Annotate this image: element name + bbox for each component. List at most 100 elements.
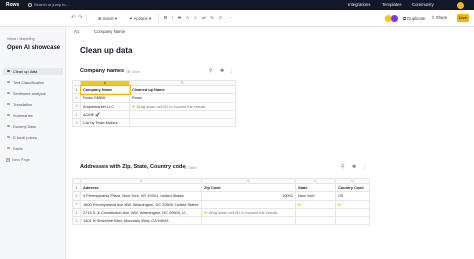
table-cell[interactable]: 10001 — [201, 191, 296, 201]
table-cell[interactable]: Rows GMBH — [80, 93, 130, 103]
table-cell[interactable]: Zip Code — [201, 182, 296, 193]
decimal-icon[interactable]: .0 — [218, 15, 222, 21]
row-number[interactable]: 1 — [72, 84, 81, 95]
strikethrough-icon[interactable]: S — [178, 15, 181, 21]
page-icon — [7, 69, 10, 73]
app-logo[interactable]: Rows — [6, 2, 19, 8]
page-icon — [7, 102, 10, 106]
breadcrumb[interactable]: Views / Marketing — [7, 37, 35, 41]
page-icon — [7, 124, 10, 128]
table-cell[interactable]: New York — [295, 191, 336, 201]
table-cell[interactable] — [295, 216, 336, 226]
page-heading: Clean up data — [80, 46, 133, 55]
ai-icon[interactable]: ✺ — [220, 68, 224, 74]
table-cell[interactable] — [201, 216, 296, 226]
page-icon — [7, 146, 10, 150]
page-icon — [7, 91, 10, 95]
table-cell[interactable]: Cleaned up Name — [129, 84, 236, 95]
table-cell[interactable] — [201, 199, 296, 209]
text-color-icon[interactable]: A — [186, 15, 189, 21]
filter-icon[interactable]: ⚲ — [341, 164, 345, 170]
row-number[interactable]: 1 — [72, 182, 81, 193]
sidebar-item-text-classification[interactable]: Text Classification — [3, 79, 63, 86]
align-icon[interactable]: ≡ — [194, 15, 197, 21]
user-avatar[interactable] — [457, 1, 464, 9]
table-cell[interactable] — [129, 109, 236, 120]
new-page-button[interactable]: + New Page — [6, 157, 30, 162]
sidebar-item-summaries[interactable]: Summaries — [3, 112, 63, 119]
company-names-table: A B 1 Company Name Cleaned up Name 2 Row… — [72, 80, 236, 128]
table-cell[interactable]: Address — [80, 182, 202, 193]
cell-reference[interactable]: A1 — [74, 29, 79, 34]
table-cell[interactable]: State — [295, 182, 336, 193]
search-icon — [28, 3, 32, 7]
table-cell[interactable] — [295, 207, 336, 218]
row-number[interactable]: 3 — [72, 199, 81, 209]
divider — [158, 14, 159, 23]
table-cell[interactable]: 4 Pennsylvania Plaza, New York, NY 10001… — [80, 191, 202, 201]
ai-icon[interactable]: ✺ — [352, 164, 356, 170]
table-cell[interactable] — [335, 216, 370, 226]
table-cell[interactable]: ☛ Drag down cell B2 to expand the result… — [201, 207, 296, 218]
table-cell[interactable]: US — [335, 191, 370, 201]
italic-icon[interactable]: I — [172, 15, 173, 21]
collaborator-avatar[interactable] — [391, 14, 398, 22]
sidebar-item-e-book-prices[interactable]: E-book prices — [3, 134, 63, 141]
table-cell[interactable]: Car by Tesla Motors — [80, 118, 130, 128]
table-cell[interactable]: 1600 Pennsylvania Ave NW, Washington, DC… — [80, 199, 202, 209]
formula-input[interactable]: Company Name — [94, 29, 125, 34]
table-cell[interactable]: Amplemarket LLC — [80, 101, 130, 111]
addresses-table: A B C D 1 Address Zip Code State Country… — [72, 178, 370, 226]
sidebar-item-sentiment-analysis[interactable]: Sentiment analysis — [3, 90, 63, 97]
table-cell[interactable]: Rows — [129, 93, 236, 103]
sidebar-item-facts[interactable]: Facts — [3, 145, 63, 152]
undo-icon[interactable]: ↶ — [71, 15, 76, 21]
wrap-icon[interactable]: ⇌ — [202, 15, 206, 21]
duplicate-button[interactable]: ⧉ Duplicate — [403, 16, 425, 21]
table-cell[interactable]: 1401 N Shoreline Blvd, Mountain View, CA… — [80, 216, 202, 226]
row-number[interactable]: 3 — [72, 101, 81, 111]
more-icon[interactable]: ⋮ — [229, 68, 234, 74]
sidebar-item-translation[interactable]: Translation — [3, 101, 63, 108]
table-cell[interactable]: ☛ — [335, 199, 370, 209]
page-icon — [7, 80, 10, 84]
more-icon[interactable]: ⋯ — [228, 15, 233, 21]
redo-icon[interactable]: ↷ — [78, 15, 83, 21]
nav-community[interactable]: Community — [412, 2, 434, 7]
table-cell[interactable] — [129, 118, 236, 128]
bold-icon[interactable]: B — [164, 15, 167, 21]
row-number[interactable]: 5 — [72, 118, 81, 128]
table-header-row: 1 Address Zip Code State Country Code — [72, 182, 370, 193]
formula-bar[interactable]: A1 Company Name — [68, 27, 474, 35]
row-number[interactable]: 5 — [72, 216, 81, 226]
filter-icon[interactable]: ⚲ — [209, 68, 213, 74]
nav-integrations[interactable]: Integrations — [348, 2, 370, 7]
share-button[interactable]: ⇪ Share — [431, 15, 447, 21]
row-number[interactable]: 4 — [72, 207, 81, 218]
table-cell[interactable]: ACME 🚀 — [80, 109, 130, 120]
table-type-badge: ⊞ Table — [184, 166, 198, 170]
more-icon[interactable]: ⋮ — [362, 164, 367, 170]
insert-button[interactable]: ⊕ Insert ▾ — [98, 16, 117, 22]
table-cell[interactable]: ☛ Drag down cell B2 to expand the result… — [129, 101, 236, 111]
table-header-row: 1 Company Name Cleaned up Name — [72, 84, 236, 95]
number-format-icon[interactable]: % — [210, 15, 214, 21]
plus-icon: + — [6, 158, 10, 162]
table-title[interactable]: Company names — [80, 68, 124, 74]
table-cell[interactable]: Country Code — [335, 182, 370, 193]
row-number[interactable]: 4 — [72, 109, 81, 120]
table-cell[interactable] — [335, 207, 370, 218]
sidebar-item-clean-up-data[interactable]: Clean up data — [3, 67, 63, 75]
search-input[interactable]: Search or jump to... — [28, 2, 69, 7]
table-cell[interactable]: ☛ — [295, 199, 336, 209]
actions-button[interactable]: ✦ Actions ▾ — [129, 16, 151, 22]
sidebar-item-dummy-data[interactable]: Dummy Data — [3, 123, 63, 130]
row-number[interactable]: 2 — [72, 191, 81, 201]
table-title[interactable]: Addresses with Zip, State, Country code — [80, 164, 185, 170]
live-button[interactable]: Live — [457, 14, 469, 22]
table-cell[interactable]: 2715 S. & Constitution Ave. NW, Washingt… — [80, 207, 202, 218]
nav-templates[interactable]: Templates — [382, 2, 402, 7]
page-title: Open AI showcase — [7, 45, 61, 51]
row-number[interactable]: 2 — [72, 93, 81, 103]
table-cell[interactable]: Company Name — [80, 84, 130, 95]
